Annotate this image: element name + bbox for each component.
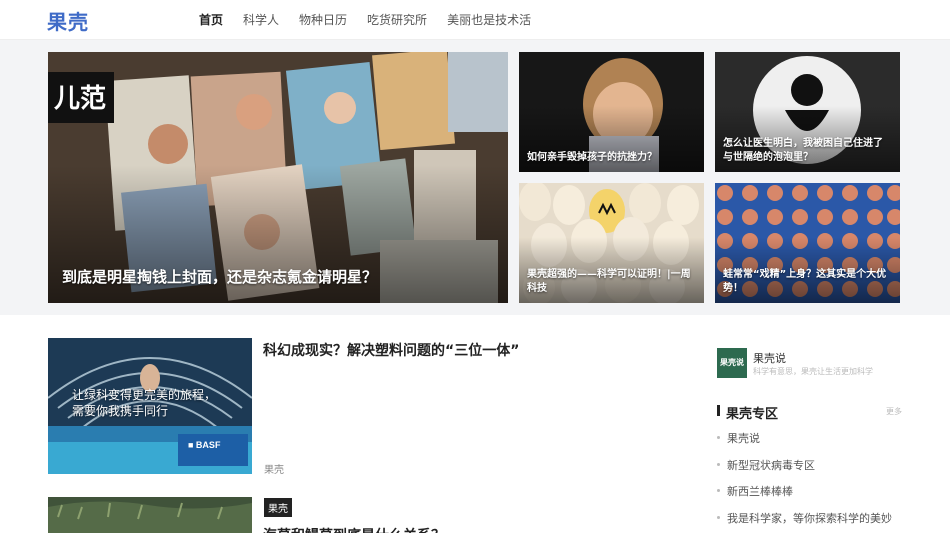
nav-item-species-calendar[interactable]: 物种日历 xyxy=(299,11,347,28)
zone-more-link[interactable]: 更多 xyxy=(886,406,902,417)
zone-list: 果壳说 新型冠状病毒专区 新西兰棒棒棒 我是科学家，等你探索科学的美妙 xyxy=(717,430,907,533)
nav-item-home[interactable]: 首页 xyxy=(199,11,223,28)
site-logo[interactable]: 果壳 xyxy=(47,6,89,35)
zone-title: 果壳专区 xyxy=(726,407,779,422)
article-item: 果壳 海草和鳗草到底是什么关系？ xyxy=(48,497,668,533)
hero-tile-weekly[interactable]: 果壳超强的——科学可以证明！|一周科技 xyxy=(519,183,704,303)
hero-main-caption[interactable]: 到底是明星掏钱上封面，还是杂志氪金请明星？ xyxy=(62,267,500,287)
basf-logo: ■ BASF xyxy=(188,440,221,450)
zone-item[interactable]: 果壳说 xyxy=(717,430,907,457)
nav-item-beauty-tech[interactable]: 美丽也是技术活 xyxy=(447,11,531,28)
article-tag[interactable]: 果壳 xyxy=(264,498,292,517)
hero-tile-parenting[interactable]: 如何亲手毁掉孩子的抗挫力？ xyxy=(519,52,704,172)
hero-tile-caption[interactable]: 怎么让医生明白，我被困自己住进了与世隔绝的泡泡里？ xyxy=(723,137,892,164)
bullet-icon xyxy=(717,515,720,519)
seagrass-image xyxy=(48,497,252,533)
account-name[interactable]: 果壳说 xyxy=(753,350,786,366)
article-title[interactable]: 海草和鳗草到底是什么关系？ xyxy=(263,525,445,533)
zone-item[interactable]: 新西兰棒棒棒 xyxy=(717,483,907,510)
nav-item-scientist[interactable]: 科学人 xyxy=(243,11,279,28)
bullet-icon xyxy=(717,436,720,439)
article-thumbnail[interactable] xyxy=(48,497,252,533)
hero-main-badge: 儿范 xyxy=(48,72,115,123)
hero-tile-bubble[interactable]: 怎么让医生明白，我被困自己住进了与世隔绝的泡泡里？ xyxy=(715,52,900,172)
article-tag[interactable]: 果壳 xyxy=(264,461,284,476)
sidebar-account: 果壳说 果壳说 科学有意思，果壳让生活更加科学 xyxy=(717,348,907,380)
site-header: 果壳 首页 科学人 物种日历 吃货研究所 美丽也是技术活 xyxy=(0,0,950,40)
hero-tile-frogs[interactable]: 蛙常常“戏精”上身？这其实是个大优势！ xyxy=(715,183,900,303)
thumbnail-overlay-text: 让绿科变得更完美的旅程，需要你我携手同行 xyxy=(72,388,217,418)
hero-tile-caption[interactable]: 蛙常常“戏精”上身？这其实是个大优势！ xyxy=(723,268,892,295)
nav-item-foodie-lab[interactable]: 吃货研究所 xyxy=(367,11,427,28)
zone-item[interactable]: 新型冠状病毒专区 xyxy=(717,457,907,484)
bullet-icon xyxy=(717,462,720,466)
zone-header: 果壳专区 更多 xyxy=(717,403,902,422)
bullet-icon xyxy=(717,489,720,492)
zone-item[interactable]: 我是科学家，等你探索科学的美妙 xyxy=(717,510,907,533)
hero-tile-caption[interactable]: 如何亲手毁掉孩子的抗挫力？ xyxy=(527,151,696,165)
account-avatar[interactable]: 果壳说 xyxy=(717,348,747,378)
zone-item-label: 我是科学家，等你探索科学的美妙 xyxy=(727,511,892,525)
sidebar: 果壳说 果壳说 科学有意思，果壳让生活更加科学 果壳专区 更多 果壳说 新型冠状… xyxy=(717,348,907,525)
zone-item-label: 新型冠状病毒专区 xyxy=(727,458,815,472)
hero-main-card[interactable]: 儿范 到底是明星掏钱上封面，还是杂志氪金请明星？ xyxy=(48,52,508,303)
zone-item-label: 果壳说 xyxy=(727,432,760,445)
article-thumbnail[interactable]: 让绿科变得更完美的旅程，需要你我携手同行 ■ BASF xyxy=(48,338,252,474)
hero-tile-caption[interactable]: 果壳超强的——科学可以证明！|一周科技 xyxy=(527,268,696,295)
account-description: 科学有意思，果壳让生活更加科学 xyxy=(753,367,873,376)
article-item: 让绿科变得更完美的旅程，需要你我携手同行 ■ BASF 科幻成现实？解决塑料问题… xyxy=(48,338,668,488)
zone-item-label: 新西兰棒棒棒 xyxy=(727,485,793,498)
main-nav: 首页 科学人 物种日历 吃货研究所 美丽也是技术活 xyxy=(199,11,551,28)
zone-title-bar xyxy=(717,405,720,416)
article-title[interactable]: 科幻成现实？解决塑料问题的“三位一体” xyxy=(263,340,519,360)
